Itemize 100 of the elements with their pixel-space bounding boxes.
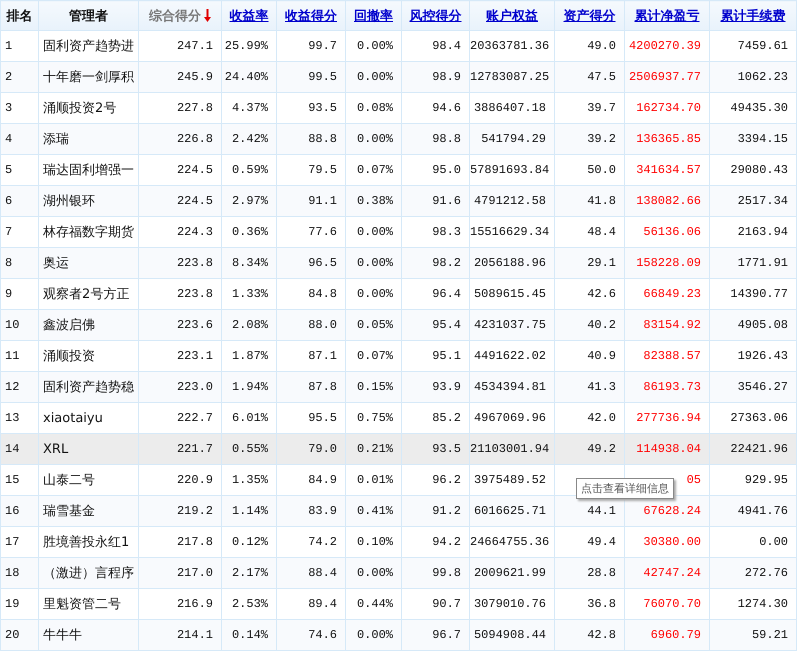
table-cell: 88.4 bbox=[308, 566, 337, 580]
table-cell: 223.6 bbox=[176, 318, 213, 332]
table-cell: 219.2 bbox=[176, 504, 213, 518]
table-cell: 2506937.77 bbox=[628, 70, 701, 84]
table-cell: 0.41% bbox=[356, 504, 393, 518]
rank-cell: 19 bbox=[5, 597, 20, 611]
table-cell: 1062.23 bbox=[738, 70, 788, 84]
table-cell: 245.9 bbox=[176, 70, 213, 84]
table-cell: 84.9 bbox=[308, 473, 337, 487]
table-cell: 95.1 bbox=[432, 349, 461, 363]
table-cell: 0.36% bbox=[232, 225, 268, 239]
table-cell: 223.1 bbox=[176, 349, 213, 363]
manager-cell: 十年磨一剑厚积 bbox=[43, 70, 134, 85]
table-cell: 341634.57 bbox=[636, 163, 701, 177]
table-cell: 4534394.81 bbox=[474, 380, 546, 394]
manager-cell: 湖州银环 bbox=[43, 194, 95, 209]
table-cell: 56136.06 bbox=[643, 225, 701, 239]
manager-cell: 鑫波启佛 bbox=[43, 318, 95, 333]
rank-cell: 5 bbox=[5, 163, 12, 177]
table-cell: 91.6 bbox=[432, 194, 461, 208]
table-cell: 98.9 bbox=[432, 70, 461, 84]
table-cell: 2.97% bbox=[232, 194, 268, 208]
table-cell: 0.59% bbox=[232, 163, 268, 177]
rank-cell: 3 bbox=[5, 101, 12, 115]
table-cell: 4491622.02 bbox=[474, 349, 546, 363]
table-cell: 0.00% bbox=[356, 225, 393, 239]
manager-cell: 瑞雪基金 bbox=[43, 504, 95, 519]
table-cell: 0.55% bbox=[232, 442, 268, 456]
table-cell: 4231037.75 bbox=[474, 318, 546, 332]
manager-cell: xiaotaiyu bbox=[43, 410, 103, 426]
table-cell: 83.9 bbox=[308, 504, 337, 518]
sort-down-icon bbox=[204, 9, 211, 22]
table-cell: 44.1 bbox=[587, 504, 616, 518]
table-cell: 84.8 bbox=[308, 287, 337, 301]
table-cell: 0.00% bbox=[356, 132, 393, 146]
table-cell: 93.5 bbox=[432, 442, 461, 456]
table-cell: 40.9 bbox=[587, 349, 616, 363]
table-cell: 2.53% bbox=[232, 597, 268, 611]
table-cell: 4905.08 bbox=[738, 318, 788, 332]
table-cell: 4200270.39 bbox=[628, 39, 701, 53]
table-cell: 221.7 bbox=[176, 442, 213, 456]
table-cell: 15516629.34 bbox=[470, 225, 550, 239]
table-cell: 21103001.94 bbox=[470, 442, 550, 456]
rank-cell: 18 bbox=[5, 566, 20, 580]
table-cell: 86193.73 bbox=[643, 380, 701, 394]
table-cell: 79.5 bbox=[308, 163, 337, 177]
manager-cell: 瑞达固利增强一 bbox=[43, 163, 134, 178]
table-cell: 114938.04 bbox=[636, 442, 701, 456]
manager-cell: XRL bbox=[43, 442, 68, 456]
table-cell: 0.00 bbox=[759, 535, 788, 549]
table-cell: 929.95 bbox=[744, 473, 788, 487]
table-cell: 0.10% bbox=[356, 535, 393, 549]
table-cell: 1926.43 bbox=[738, 349, 788, 363]
table-cell: 22421.96 bbox=[730, 442, 788, 456]
table-cell: 95.0 bbox=[432, 163, 461, 177]
table-cell: 2.08% bbox=[232, 318, 268, 332]
table-cell: 76070.70 bbox=[643, 597, 701, 611]
rank-cell: 17 bbox=[5, 535, 20, 549]
table-cell: 67628.24 bbox=[643, 504, 701, 518]
table-cell: 277736.94 bbox=[636, 411, 701, 425]
table-cell: 0.08% bbox=[356, 101, 393, 115]
manager-cell: 涌顺投资 bbox=[43, 349, 95, 364]
rank-cell: 14 bbox=[5, 442, 20, 456]
table-cell: 36.8 bbox=[587, 597, 616, 611]
table-cell: 14390.77 bbox=[730, 287, 788, 301]
table-cell: 27363.06 bbox=[730, 411, 788, 425]
table-cell: 136365.85 bbox=[636, 132, 701, 146]
table-cell: 87.8 bbox=[308, 380, 337, 394]
table-cell: 5094908.44 bbox=[474, 628, 546, 642]
table-cell: 224.5 bbox=[176, 194, 213, 208]
rank-cell: 16 bbox=[5, 504, 20, 518]
table-cell: 87.1 bbox=[308, 349, 337, 363]
manager-cell: 林存福数字期货 bbox=[43, 225, 134, 240]
table-cell: 66849.23 bbox=[643, 287, 701, 301]
table-cell: 94.2 bbox=[432, 535, 461, 549]
table-cell: 162734.70 bbox=[636, 101, 701, 115]
manager-cell: 涌顺投资2号 bbox=[43, 101, 116, 116]
table-cell: 20363781.36 bbox=[470, 39, 550, 53]
table-cell: 2009621.99 bbox=[474, 566, 546, 580]
table-cell: 28.8 bbox=[587, 566, 616, 580]
table-cell: 29080.43 bbox=[730, 163, 788, 177]
table-cell: 158228.09 bbox=[636, 256, 701, 270]
table-cell: 0.21% bbox=[356, 442, 393, 456]
table-cell: 217.8 bbox=[176, 535, 213, 549]
tooltip: 点击查看详细信息 bbox=[576, 478, 674, 499]
table-cell: 4.37% bbox=[232, 101, 268, 115]
table-cell: 88.8 bbox=[308, 132, 337, 146]
rank-cell: 7 bbox=[5, 225, 12, 239]
table-cell: 41.8 bbox=[587, 194, 616, 208]
table-cell: 1.94% bbox=[232, 380, 268, 394]
table-cell: 227.8 bbox=[176, 101, 213, 115]
table-cell: 82388.57 bbox=[643, 349, 701, 363]
table-cell: 4941.76 bbox=[738, 504, 788, 518]
table-cell: 95.5 bbox=[308, 411, 337, 425]
table-cell: 42.6 bbox=[587, 287, 616, 301]
table-cell: 1.14% bbox=[232, 504, 268, 518]
table-cell: 0.00% bbox=[356, 70, 393, 84]
table-cell: 2163.94 bbox=[738, 225, 788, 239]
manager-cell: 固利资产趋势稳 bbox=[43, 380, 134, 395]
table-cell: 99.7 bbox=[308, 39, 337, 53]
